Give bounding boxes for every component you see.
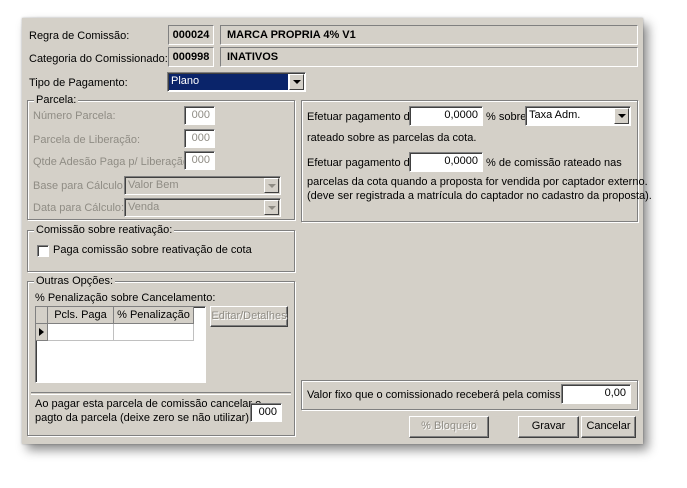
- categoria-code: 000998: [168, 47, 214, 67]
- categoria-name: INATIVOS: [220, 47, 638, 67]
- base-calculo-value: Valor Bem: [128, 179, 179, 191]
- divider: [31, 392, 291, 395]
- rateado-text: rateado sobre as parcelas da cota.: [307, 132, 477, 144]
- regra-label: Regra de Comissão:: [29, 30, 130, 42]
- grid-corner: [36, 307, 48, 324]
- grid-cell-pcls-paga[interactable]: [48, 324, 114, 341]
- base-calculo-label: Base para Cálculo:: [33, 180, 126, 192]
- qtde-adesao-input[interactable]: 000: [184, 151, 215, 170]
- sobre-dropdown-button[interactable]: [614, 108, 629, 124]
- base-calculo-dropdown-button[interactable]: [264, 178, 279, 193]
- tipo-pagamento-dropdown-button[interactable]: [289, 74, 304, 90]
- penalizacao-grid[interactable]: Pcls. Paga % Penalização: [35, 306, 206, 383]
- tipo-pagamento-select[interactable]: Plano: [167, 72, 306, 92]
- cancelar-parcela-text-2: pagto da parcela (deixe zero se não util…: [35, 412, 253, 424]
- chevron-down-icon: [293, 80, 301, 84]
- valor-fixo-label: Valor fixo que o comissionado receberá p…: [307, 389, 576, 401]
- base-calculo-select[interactable]: Valor Bem: [124, 176, 281, 195]
- editar-detalhes-button[interactable]: Editar/Detalhes: [210, 306, 288, 327]
- chevron-down-icon: [268, 206, 276, 210]
- data-calculo-value: Venda: [128, 201, 160, 213]
- numero-parcela-input[interactable]: 000: [184, 106, 215, 125]
- parcela-liberacao-input[interactable]: 000: [184, 129, 215, 148]
- sobre-label: % sobre: [486, 111, 527, 123]
- cancelar-parcela-input[interactable]: 000: [250, 403, 282, 422]
- gravar-button[interactable]: Gravar: [518, 416, 579, 438]
- efetuar2-input[interactable]: 0,0000: [409, 152, 483, 172]
- captador-text-1: parcelas da cota quando a proposta for v…: [307, 176, 648, 188]
- regra-name: MARCA PROPRIA 4% V1: [220, 25, 638, 45]
- row-pointer-icon: [39, 328, 44, 336]
- qtde-adesao-label: Qtde Adesão Paga p/ Liberação:: [33, 156, 193, 168]
- regra-code: 000024: [168, 25, 214, 45]
- commission-rule-window: Regra de Comissão: 000024 MARCA PROPRIA …: [22, 18, 652, 444]
- reativacao-group: Comissão sobre reativação: Paga comissão…: [27, 224, 295, 272]
- grid-header-pcls-paga[interactable]: Pcls. Paga: [48, 307, 114, 324]
- parcela-liberacao-label: Parcela de Liberação:: [33, 134, 141, 146]
- pagamento-panel: Efetuar pagamento de 0,0000 % sobre Taxa…: [301, 100, 652, 222]
- parcela-title: Parcela:: [34, 94, 79, 106]
- efetuar1-label: Efetuar pagamento de: [307, 111, 416, 123]
- cancelar-parcela-text-1: Ao pagar esta parcela de comissão cancel…: [35, 398, 262, 410]
- categoria-label: Categoria do Comissionado:: [29, 53, 168, 65]
- valor-fixo-panel: Valor fixo que o comissionado receberá p…: [301, 380, 638, 410]
- bloqueio-button[interactable]: % Bloqueio: [409, 416, 489, 438]
- sobre-value: Taxa Adm.: [529, 109, 581, 121]
- captador-text-2: (deve ser registrada a matrícula do capt…: [307, 190, 652, 202]
- efetuar2-label: Efetuar pagamento de: [307, 157, 416, 169]
- grid-cell-penalizacao[interactable]: [114, 324, 194, 341]
- reativacao-checkbox[interactable]: [37, 245, 49, 257]
- parcela-group: Parcela: Número Parcela: 000 Parcela de …: [27, 94, 295, 220]
- tipo-pagamento-label: Tipo de Pagamento:: [29, 77, 128, 89]
- grid-row-indicator: [36, 324, 48, 341]
- reativacao-title: Comissão sobre reativação:: [34, 224, 175, 236]
- chevron-down-icon: [618, 114, 626, 118]
- data-calculo-select[interactable]: Venda: [124, 198, 281, 217]
- cancelar-button[interactable]: Cancelar: [581, 416, 636, 438]
- chevron-down-icon: [268, 184, 276, 188]
- reativacao-checkbox-label[interactable]: Paga comissão sobre reativação de cota: [53, 244, 252, 256]
- comissao-text: % de comissão rateado nas: [486, 157, 622, 169]
- numero-parcela-label: Número Parcela:: [33, 110, 116, 122]
- data-calculo-dropdown-button[interactable]: [264, 200, 279, 215]
- penalizacao-label: % Penalização sobre Cancelamento:: [35, 292, 216, 304]
- outras-opcoes-group: Outras Opções: % Penalização sobre Cance…: [27, 275, 295, 436]
- tipo-pagamento-value: Plano: [169, 74, 288, 90]
- outras-opcoes-title: Outras Opções:: [34, 275, 116, 287]
- efetuar1-input[interactable]: 0,0000: [409, 106, 483, 126]
- sobre-select[interactable]: Taxa Adm.: [525, 106, 631, 126]
- grid-header-penalizacao[interactable]: % Penalização: [114, 307, 194, 324]
- valor-fixo-input[interactable]: 0,00: [561, 384, 631, 404]
- data-calculo-label: Data para Cálculo:: [33, 202, 125, 214]
